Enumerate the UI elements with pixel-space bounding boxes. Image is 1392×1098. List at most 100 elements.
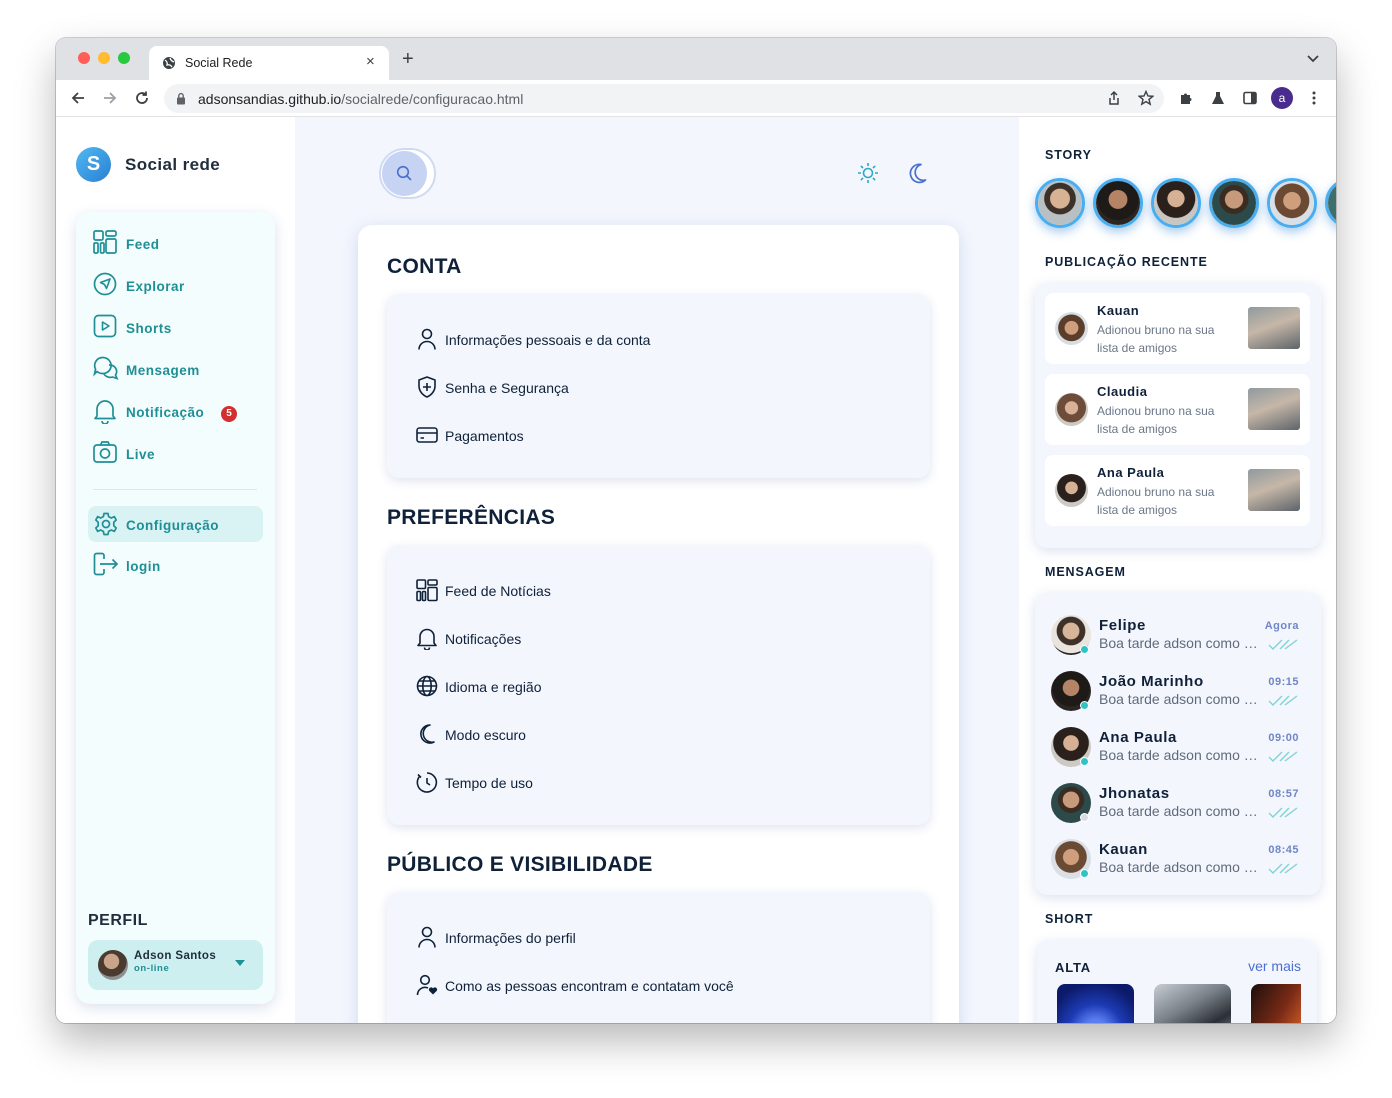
settings-pane: CONTA Informações pessoais e da conta Se… bbox=[295, 117, 1019, 1023]
avatar bbox=[98, 950, 128, 980]
reload-icon[interactable] bbox=[134, 90, 150, 106]
message-time: 08:57 bbox=[1268, 788, 1299, 800]
nav-item-live[interactable]: Live bbox=[93, 440, 265, 470]
setting-label: Feed de Notícias bbox=[445, 583, 551, 599]
section-title-preferencias: PREFERÊNCIAS bbox=[387, 506, 556, 529]
setting-label: Idioma e região bbox=[445, 679, 542, 695]
setting-label: Tempo de uso bbox=[445, 775, 533, 791]
close-tab-button[interactable]: × bbox=[366, 53, 375, 70]
message-time: Agora bbox=[1264, 620, 1299, 632]
nav-item-notificacao[interactable]: Notificação 5 bbox=[93, 398, 265, 428]
story-avatar[interactable] bbox=[1267, 178, 1317, 228]
message-sender: Jhonatas bbox=[1099, 785, 1170, 802]
bell-icon bbox=[417, 628, 437, 650]
left-sidebar: S Social rede Feed Explorar Shorts Mensa bbox=[56, 117, 295, 1023]
bookmark-star-icon[interactable] bbox=[1138, 90, 1154, 106]
caret-down-icon[interactable] bbox=[235, 960, 245, 966]
back-icon[interactable] bbox=[70, 90, 86, 106]
see-more-link[interactable]: ver mais bbox=[1248, 958, 1301, 974]
message-preview: Boa tarde adson como esta? bbox=[1099, 691, 1261, 707]
story-avatar[interactable] bbox=[1209, 178, 1259, 228]
short-thumbnail[interactable] bbox=[1251, 984, 1301, 1023]
double-check-icon bbox=[1268, 807, 1298, 818]
side-panel-icon[interactable] bbox=[1242, 90, 1258, 106]
section-title-publico: PÚBLICO E VISIBILIDADE bbox=[387, 853, 653, 876]
story-avatar[interactable] bbox=[1093, 178, 1143, 228]
message-preview: Boa tarde adson como esta? bbox=[1099, 635, 1261, 651]
message-preview: Boa tarde adson como esta? bbox=[1099, 859, 1261, 875]
profile-status: on-line bbox=[134, 963, 170, 974]
user-icon bbox=[418, 328, 436, 350]
grid-icon bbox=[93, 230, 117, 254]
url-path: /socialrede/configuracao.html bbox=[341, 91, 524, 107]
message-item[interactable]: João Marinho 09:15 Boa tarde adson como … bbox=[1051, 669, 1309, 713]
online-indicator bbox=[1080, 757, 1089, 766]
message-sender: João Marinho bbox=[1099, 673, 1204, 690]
bell-icon bbox=[94, 400, 116, 424]
nav-item-label: Shorts bbox=[126, 321, 172, 336]
message-item[interactable]: Kauan 08:45 Boa tarde adson como esta? bbox=[1051, 837, 1309, 881]
close-window-button[interactable] bbox=[78, 52, 90, 64]
perfil-title: PERFIL bbox=[88, 912, 148, 929]
nav-item-mensagem[interactable]: Mensagem bbox=[93, 356, 265, 386]
recent-item[interactable]: Claudia Adionou bruno na sua lista de am… bbox=[1045, 374, 1310, 445]
forward-icon[interactable] bbox=[102, 90, 118, 106]
story-avatar[interactable] bbox=[1325, 178, 1336, 228]
recent-thumbnail bbox=[1248, 388, 1300, 430]
extensions-icon[interactable] bbox=[1178, 90, 1194, 106]
chat-icon bbox=[93, 356, 119, 380]
message-item[interactable]: Felipe Agora Boa tarde adson como esta? bbox=[1051, 613, 1309, 657]
minimize-window-button[interactable] bbox=[98, 52, 110, 64]
nav-item-explorar[interactable]: Explorar bbox=[93, 272, 265, 302]
setting-label: Senha e Segurança bbox=[445, 380, 569, 396]
nav-item-configuracao[interactable]: Configuração bbox=[88, 506, 263, 542]
recent-item[interactable]: Kauan Adionou bruno na sua lista de amig… bbox=[1045, 293, 1310, 364]
address-bar[interactable]: adsonsandias.github.io/socialrede/config… bbox=[164, 84, 1164, 113]
nav-divider bbox=[93, 489, 257, 490]
nav-item-label: Live bbox=[126, 447, 156, 462]
message-item[interactable]: Ana Paula 09:00 Boa tarde adson como est… bbox=[1051, 725, 1309, 769]
nav-item-feed[interactable]: Feed bbox=[93, 230, 265, 260]
setting-label: Pagamentos bbox=[445, 428, 524, 444]
browser-window: Social Rede × + adsonsandias.github.io/s… bbox=[56, 38, 1336, 1023]
compass-icon bbox=[93, 272, 117, 296]
sun-icon[interactable] bbox=[857, 162, 879, 184]
brand-name[interactable]: Social rede bbox=[125, 155, 220, 175]
section-title-conta: CONTA bbox=[387, 255, 462, 278]
message-time: 09:00 bbox=[1268, 732, 1299, 744]
nav-item-label: Explorar bbox=[126, 279, 185, 294]
chevron-down-icon[interactable] bbox=[1306, 51, 1320, 65]
new-tab-button[interactable]: + bbox=[402, 49, 414, 69]
setting-label: Modo escuro bbox=[445, 727, 526, 743]
short-thumbnail[interactable] bbox=[1057, 984, 1134, 1023]
nav-item-shorts[interactable]: Shorts bbox=[93, 314, 265, 344]
message-item[interactable]: Jhonatas 08:57 Boa tarde adson como esta… bbox=[1051, 781, 1309, 825]
maximize-window-button[interactable] bbox=[118, 52, 130, 64]
browser-toolbar: adsonsandias.github.io/socialrede/config… bbox=[56, 80, 1336, 117]
recent-item[interactable]: Ana Paula Adionou bruno na sua lista de … bbox=[1045, 455, 1310, 526]
recent-text: Adionou bruno na sua lista de amigos bbox=[1097, 323, 1215, 355]
nav-item-label: Notificação bbox=[126, 405, 205, 420]
login-icon bbox=[93, 552, 119, 576]
play-icon bbox=[93, 314, 117, 338]
avatar bbox=[1055, 312, 1088, 345]
lab-flask-icon[interactable] bbox=[1210, 90, 1226, 106]
browser-profile-avatar[interactable]: a bbox=[1271, 87, 1293, 109]
profile-switcher[interactable]: Adson Santos on-line bbox=[88, 940, 263, 990]
kebab-menu-icon[interactable] bbox=[1308, 90, 1320, 106]
story-avatar[interactable] bbox=[1151, 178, 1201, 228]
story-avatar[interactable] bbox=[1035, 178, 1085, 228]
recent-thumbnail bbox=[1248, 469, 1300, 511]
message-time: 09:15 bbox=[1268, 676, 1299, 688]
recent-text: Adionou bruno na sua lista de amigos bbox=[1097, 404, 1215, 436]
share-icon[interactable] bbox=[1106, 90, 1122, 106]
recent-posts-card: Kauan Adionou bruno na sua lista de amig… bbox=[1035, 283, 1321, 548]
globe-icon bbox=[163, 57, 175, 69]
moon-icon[interactable] bbox=[906, 162, 928, 184]
short-thumbnail[interactable] bbox=[1154, 984, 1231, 1023]
brand-logo[interactable]: S bbox=[76, 147, 111, 182]
search-button[interactable] bbox=[379, 148, 436, 199]
browser-tab[interactable]: Social Rede × bbox=[149, 46, 389, 80]
nav-item-login[interactable]: login bbox=[93, 552, 265, 582]
shield-plus-icon bbox=[418, 376, 436, 398]
